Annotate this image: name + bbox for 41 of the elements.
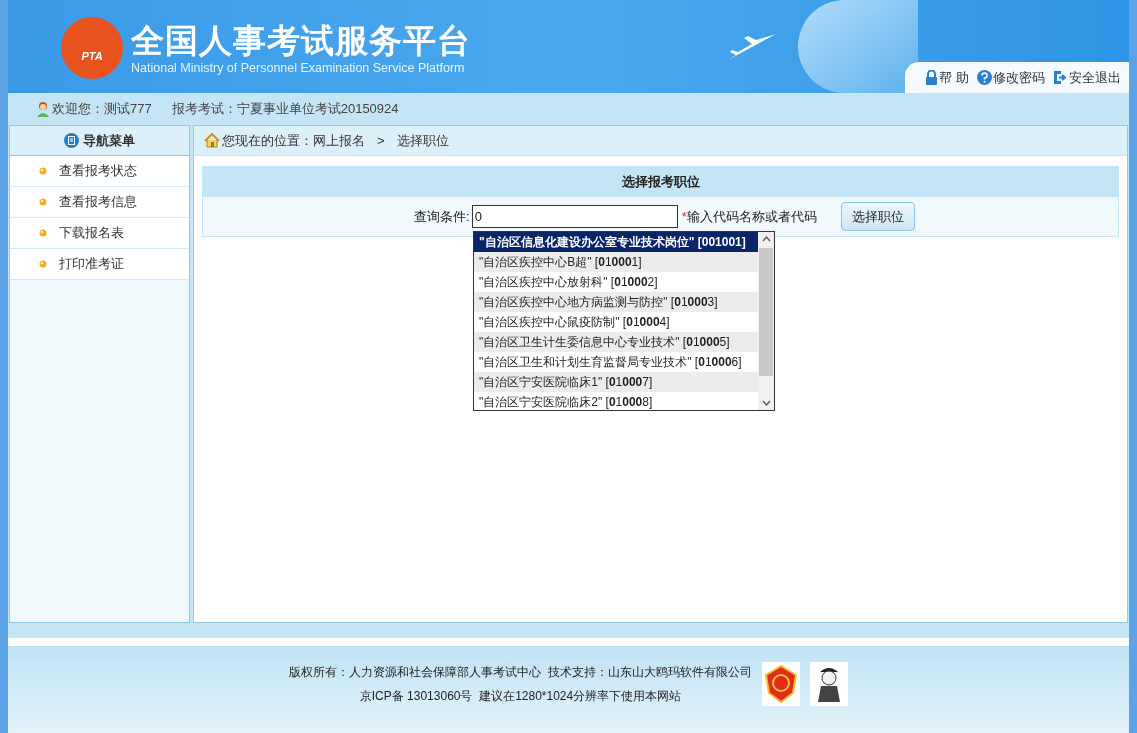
suggestion-item[interactable]: "自治区疾控中心地方病监测与防控" [010003] [474,292,758,312]
bullet-icon [39,167,47,175]
help-link[interactable]: 帮 助 [925,67,969,88]
scroll-up-icon[interactable] [761,236,771,242]
logout-link[interactable]: 安全退出 [1053,67,1121,88]
select-position-button[interactable]: 选择职位 [840,202,915,231]
query-hint: 输入代码名称或者代码 [686,207,817,226]
home-icon [204,133,220,148]
exam-name: 报考考试：宁夏事业单位考试20150924 [171,100,399,119]
platform-title: 全国人事考试服务平台 [131,20,471,61]
lock-icon [925,70,939,85]
menu-icon [64,133,79,148]
platform-subtitle: National Ministry of Personnel Examination Service Platform [131,60,466,75]
user-icon [36,101,50,117]
police-mascot-drawing [809,661,848,706]
panel-title: 选择报考职位 [621,173,700,192]
breadcrumb-separator: > [377,131,385,150]
suggestion-item[interactable]: "自治区宁安医院临床1" [010007] [474,372,758,392]
footer-text: 京ICP备 13013060号 建议在1280*1024分辨率下使用本网站 [359,687,682,705]
exit-icon [1053,70,1068,85]
breadcrumb-path: 您现在的位置：网上报名 [222,131,365,150]
scrollbar[interactable] [758,232,774,410]
suggestion-item[interactable]: "自治区卫生计生委信息中心专业技术" [010005] [474,332,758,352]
breadcrumb-current: 选择职位 [396,131,449,150]
query-field[interactable]: 0 [471,205,678,228]
bullet-icon [39,198,47,206]
suggestion-item[interactable]: "自治区信息化建设办公室专业技术岗位" [001001] [474,232,758,252]
bullet-icon [39,260,47,268]
help-icon [977,70,992,85]
scroll-thumb[interactable] [759,248,773,376]
bullet-icon [39,229,47,237]
change-password-link[interactable]: 修改密码 [977,67,1045,88]
required-mark: * [681,207,687,226]
footer-text: 版权所有：人力资源和社会保障部人事考试中心 技术支持：山东山大鸥玛软件有限公司 [289,663,752,681]
badge-emblem-icon [761,661,800,706]
scroll-down-icon[interactable] [761,400,771,406]
sidebar-title: 导航菜单 [83,131,135,150]
suggestion-item[interactable]: "自治区疾控中心B超" [010001] [474,252,758,272]
welcome-text: 欢迎您：测试777 [52,100,152,119]
pta-logo: PTA [61,16,123,79]
query-label: 查询条件: [414,207,470,226]
